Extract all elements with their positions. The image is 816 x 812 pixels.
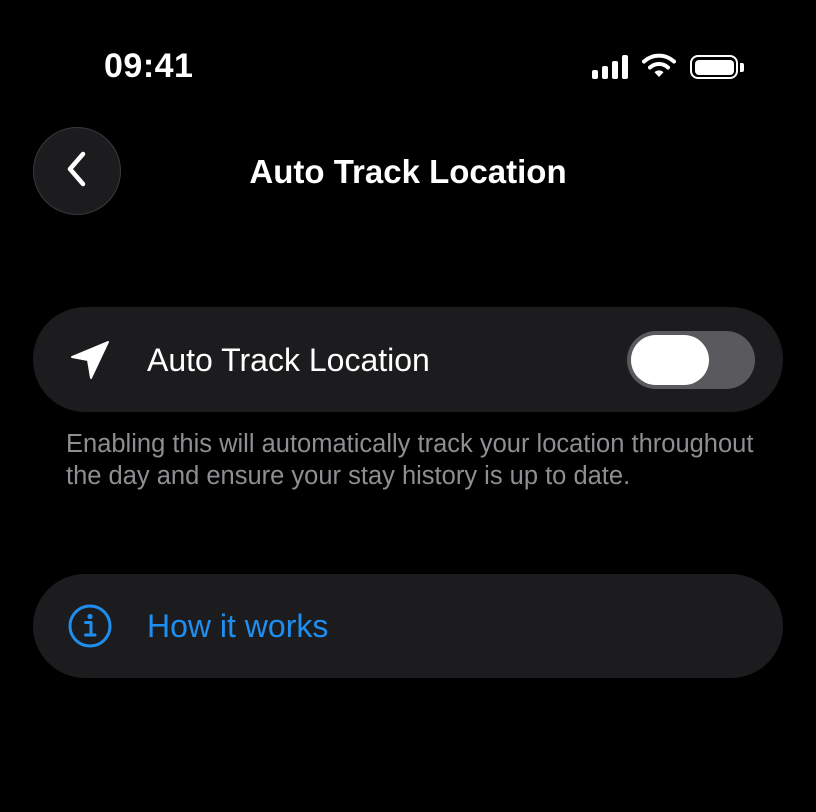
status-time: 09:41 [104,47,194,85]
battery-fill [694,59,734,75]
signal-bars-icon [592,55,628,79]
auto-track-description: Enabling this will automatically track y… [66,430,754,490]
wifi-icon [642,52,676,83]
how-it-works-button[interactable]: How it works [33,574,783,678]
how-it-works-label: How it works [147,608,329,644]
battery-icon [690,55,744,79]
auto-track-toggle[interactable] [627,330,755,389]
info-circle-icon [65,601,115,651]
toggle-knob [631,334,709,385]
status-icons [592,52,744,82]
page-title: Auto Track Location [249,153,567,190]
auto-track-card: Auto Track Location [33,307,783,412]
location-arrow-icon [65,335,115,385]
auto-track-label: Auto Track Location [147,341,430,378]
